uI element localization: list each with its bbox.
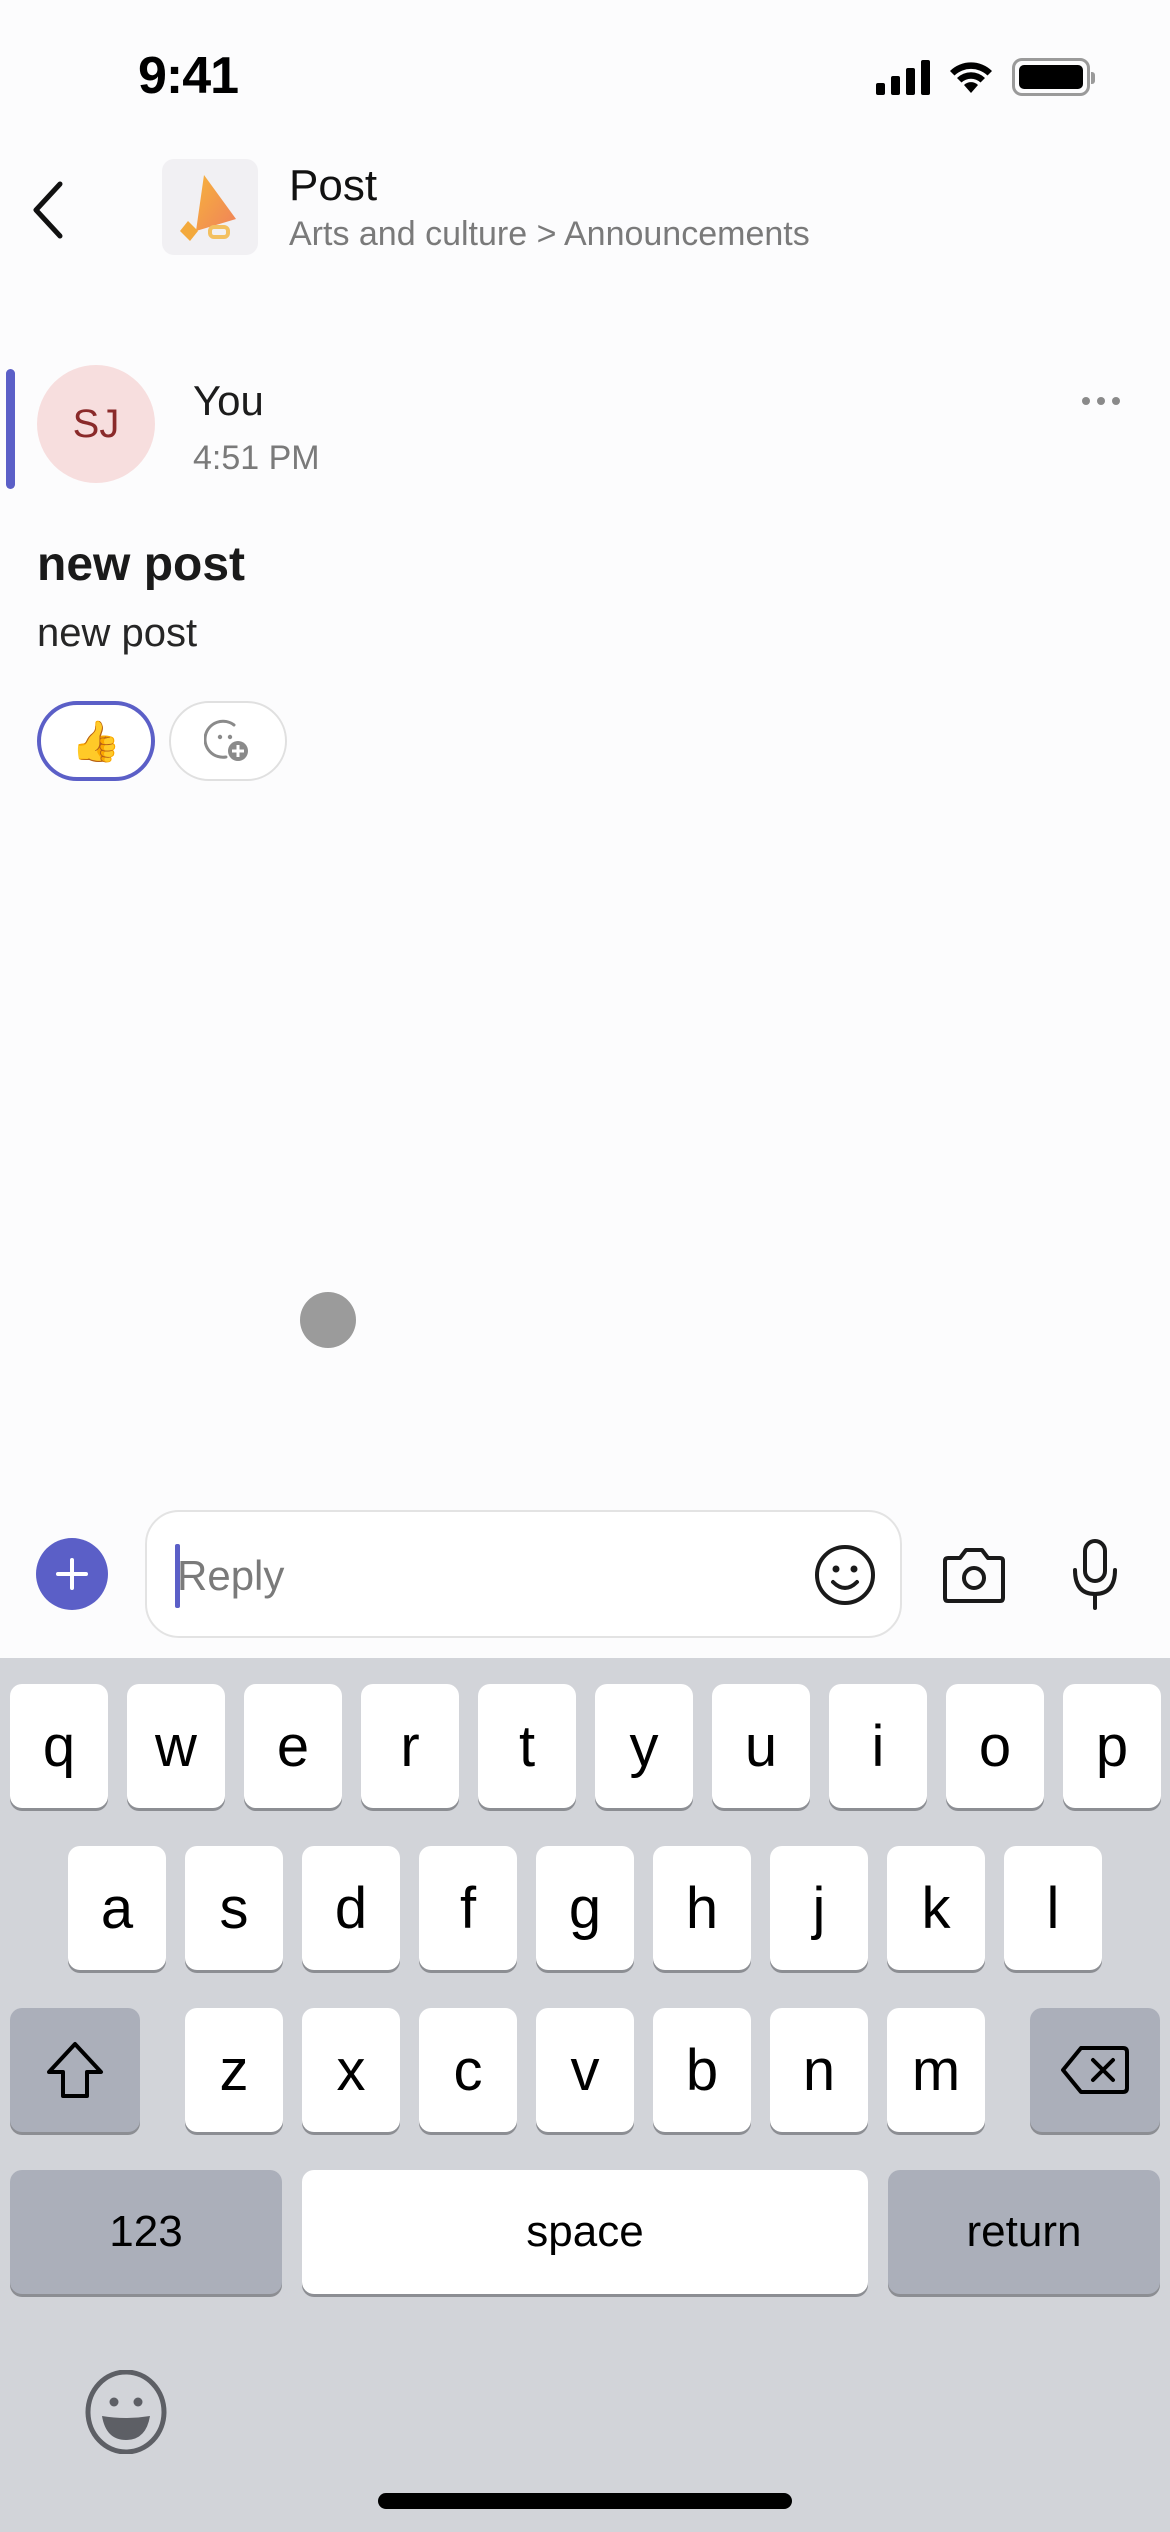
key-n[interactable]: n [770,2008,868,2132]
key-y[interactable]: y [595,1684,693,1808]
key-w[interactable]: w [127,1684,225,1808]
key-t[interactable]: t [478,1684,576,1808]
status-time: 9:41 [138,47,239,105]
key-r[interactable]: r [361,1684,459,1808]
reply-input[interactable] [177,1548,797,1604]
shift-icon [47,2042,103,2098]
shift-key[interactable] [10,2008,140,2132]
space-key-label: space [526,2207,644,2256]
battery-icon [1012,58,1095,96]
delete-key[interactable] [1030,2008,1160,2132]
key-b[interactable]: b [653,2008,751,2132]
status-bar: 9:41 [0,0,1170,150]
channel-avatar [162,159,258,255]
numbers-key-label: 123 [109,2207,183,2256]
key-u[interactable]: u [712,1684,810,1808]
key-l[interactable]: l [1004,1846,1102,1970]
post-subject: new post [37,538,246,591]
key-i[interactable]: i [829,1684,927,1808]
thumbs-up-icon: 👍 [71,719,121,764]
status-icons [876,58,1095,96]
return-key[interactable]: return [888,2170,1160,2294]
reply-field [145,1510,902,1638]
chevron-left-icon [33,181,63,239]
avatar[interactable]: SJ [37,365,155,483]
key-v[interactable]: v [536,2008,634,2132]
numbers-key[interactable]: 123 [10,2170,282,2294]
key-c[interactable]: c [419,2008,517,2132]
header: Post Arts and culture > Announcements [0,155,1170,260]
own-message-accent [6,369,15,489]
camera-icon[interactable] [942,1544,1006,1604]
more-options-button[interactable] [1072,387,1130,415]
add-reaction-button[interactable] [169,701,287,781]
add-reaction-icon [204,719,248,761]
home-indicator [378,2493,792,2509]
key-f[interactable]: f [419,1846,517,1970]
reactions: 👍 [37,701,287,781]
megaphone-icon [180,175,236,241]
post-body: new post [37,611,198,655]
key-g[interactable]: g [536,1846,634,1970]
key-p[interactable]: p [1063,1684,1161,1808]
page-title: Post [289,161,378,210]
microphone-icon[interactable] [1070,1538,1120,1610]
key-d[interactable]: d [302,1846,400,1970]
space-key[interactable]: space [302,2170,868,2294]
reaction-thumbs-up[interactable]: 👍 [37,701,155,781]
back-button[interactable] [18,175,78,245]
key-a[interactable]: a [68,1846,166,1970]
author-name: You [193,377,264,424]
key-k[interactable]: k [887,1846,985,1970]
wifi-icon [950,62,992,93]
key-s[interactable]: s [185,1846,283,1970]
key-o[interactable]: o [946,1684,1044,1808]
key-q[interactable]: q [10,1684,108,1808]
backspace-icon [1061,2046,1129,2094]
message-timestamp: 4:51 PM [193,439,320,477]
keyboard: qwertyuiop asdfghjkl zxcvbnm 123 space r… [0,1658,1170,2532]
key-j[interactable]: j [770,1846,868,1970]
emoji-keyboard-icon[interactable] [84,2370,168,2454]
key-m[interactable]: m [887,2008,985,2132]
key-z[interactable]: z [185,2008,283,2132]
add-attachment-button[interactable] [36,1538,108,1610]
more-horizontal-icon [1082,397,1090,405]
key-e[interactable]: e [244,1684,342,1808]
cellular-signal-icon [876,59,930,95]
smiley-icon[interactable] [812,1542,878,1608]
touch-indicator [300,1292,356,1348]
compose-bar [0,1508,1170,1640]
key-h[interactable]: h [653,1846,751,1970]
key-x[interactable]: x [302,2008,400,2132]
plus-icon [56,1558,88,1590]
breadcrumb[interactable]: Arts and culture > Announcements [289,215,810,254]
avatar-initials: SJ [72,401,120,446]
return-key-label: return [966,2207,1082,2256]
